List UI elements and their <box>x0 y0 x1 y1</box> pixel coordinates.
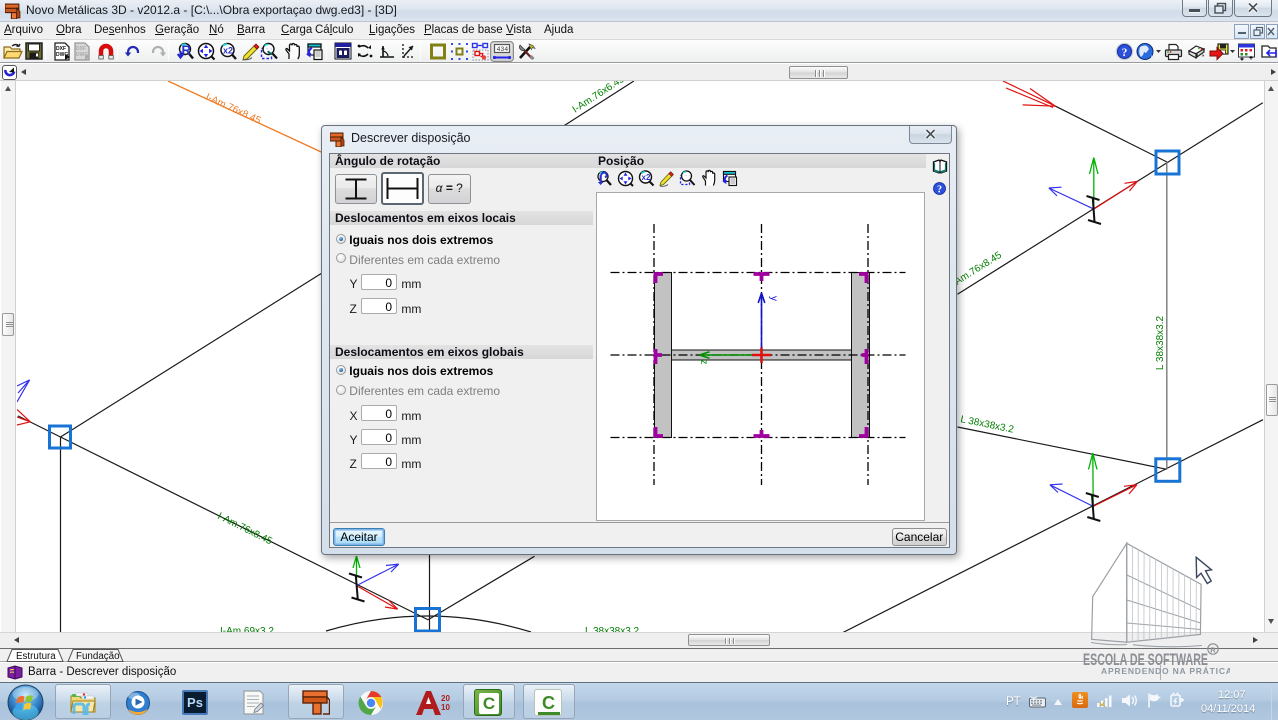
svg-text:z: z <box>698 360 709 365</box>
svg-text:?: ? <box>1122 47 1128 59</box>
svg-text:Estrutura: Estrutura <box>16 651 56 662</box>
svg-text:434: 434 <box>497 46 509 53</box>
svg-text:10: 10 <box>441 703 450 712</box>
svg-text:x2: x2 <box>223 46 233 56</box>
svg-text:y: y <box>768 296 779 301</box>
svg-text:L 38x38x3.2: L 38x38x3.2 <box>1155 316 1166 371</box>
svg-text:20: 20 <box>441 694 450 703</box>
svg-text:Am.76x8.45: Am.76x8.45 <box>953 250 1004 288</box>
svg-text:I-Am.76x8.45: I-Am.76x8.45 <box>204 92 263 127</box>
svg-text:x2: x2 <box>642 173 651 182</box>
svg-text:?: ? <box>937 185 942 196</box>
svg-text:I-Am.76x8.45: I-Am.76x8.45 <box>216 511 275 548</box>
svg-text:Fundação: Fundação <box>76 651 120 662</box>
svg-text:I-Am.76x6.45: I-Am.76x6.45 <box>571 81 627 116</box>
